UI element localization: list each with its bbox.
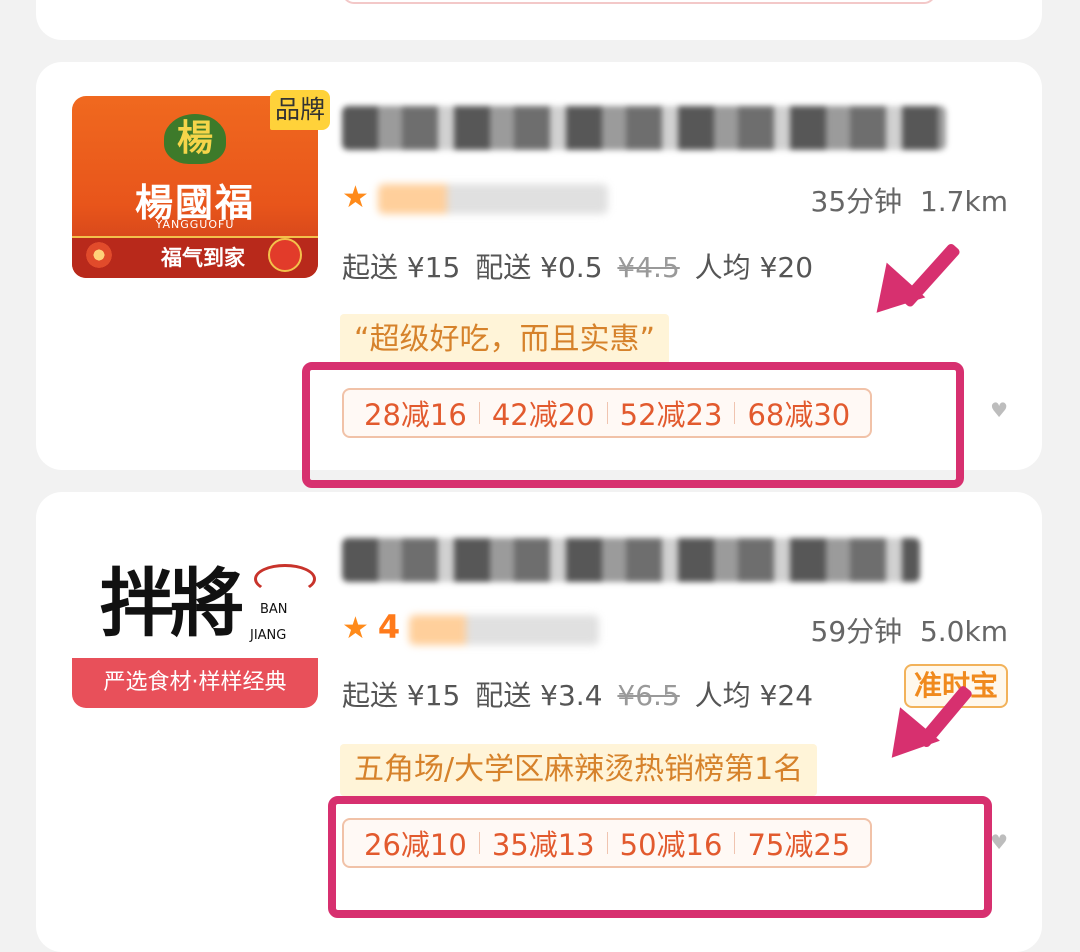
highlight-frame	[328, 796, 992, 918]
fee-row: 起送 ¥15 配送 ¥3.4 ¥6.5 人均 ¥24	[342, 674, 819, 714]
cloud-swirl-icon	[254, 564, 316, 594]
logo-brand-name: 拌將	[100, 561, 244, 647]
previous-discount-box	[342, 0, 936, 4]
delivery-fee-original: ¥4.5	[617, 251, 680, 284]
delivery-fee: 配送 ¥0.5	[475, 251, 603, 284]
heart-icon[interactable]: ♥	[990, 398, 1008, 422]
logo-brand-name-en: JIANG	[250, 628, 287, 643]
store-name-redacted	[342, 538, 920, 582]
delivery-meta: 59分钟 5.0km	[811, 610, 1008, 650]
rating-and-sales-redacted	[377, 184, 608, 214]
per-capita: 人均 ¥24	[694, 679, 814, 712]
store-name-redacted	[342, 106, 946, 150]
rating-partial: 4	[377, 608, 401, 646]
min-order: 起送 ¥15	[342, 679, 461, 712]
star-icon: ★	[342, 180, 369, 215]
rating-row: ★ 4	[342, 608, 599, 646]
highlight-frame	[302, 362, 964, 488]
fee-row: 起送 ¥15 配送 ¥0.5 ¥4.5 人均 ¥20	[342, 246, 819, 286]
logo-brand-name-en: BAN	[260, 602, 288, 617]
distance: 1.7km	[919, 185, 1008, 218]
review-quote: “超级好吃，而且实惠”	[340, 314, 670, 366]
heart-icon[interactable]: ♥	[990, 830, 1008, 854]
logo-slogan-band: 严选食材·样样经典	[72, 658, 318, 708]
per-capita: 人均 ¥20	[694, 251, 814, 284]
flower-icon	[84, 240, 114, 270]
delivery-time: 35分钟	[810, 185, 903, 218]
brand-badge: 品牌	[270, 90, 330, 130]
rating-and-sales-redacted	[408, 615, 599, 645]
store-logo: 拌將 BAN JIANG 严选食材·样样经典	[72, 528, 318, 708]
delivery-meta: 35分钟 1.7km	[811, 180, 1008, 220]
store-card-previous[interactable]	[36, 0, 1042, 40]
star-icon: ★	[342, 611, 369, 646]
delivery-fee: 配送 ¥3.4	[475, 679, 603, 712]
distance: 5.0km	[919, 615, 1008, 648]
delivery-time: 59分钟	[810, 615, 903, 648]
min-order: 起送 ¥15	[342, 251, 461, 284]
delivery-fee-original: ¥6.5	[617, 679, 680, 712]
fruit-icon	[268, 238, 302, 272]
logo-brand-name-en: YANGGUOFU	[155, 218, 235, 231]
logo-emblem-icon: 楊	[164, 114, 226, 164]
ranking-tag: 五角场/大学区麻辣烫热销榜第1名	[340, 744, 818, 796]
logo-slogan: 福气到家	[161, 245, 245, 270]
rating-row: ★	[342, 180, 608, 215]
